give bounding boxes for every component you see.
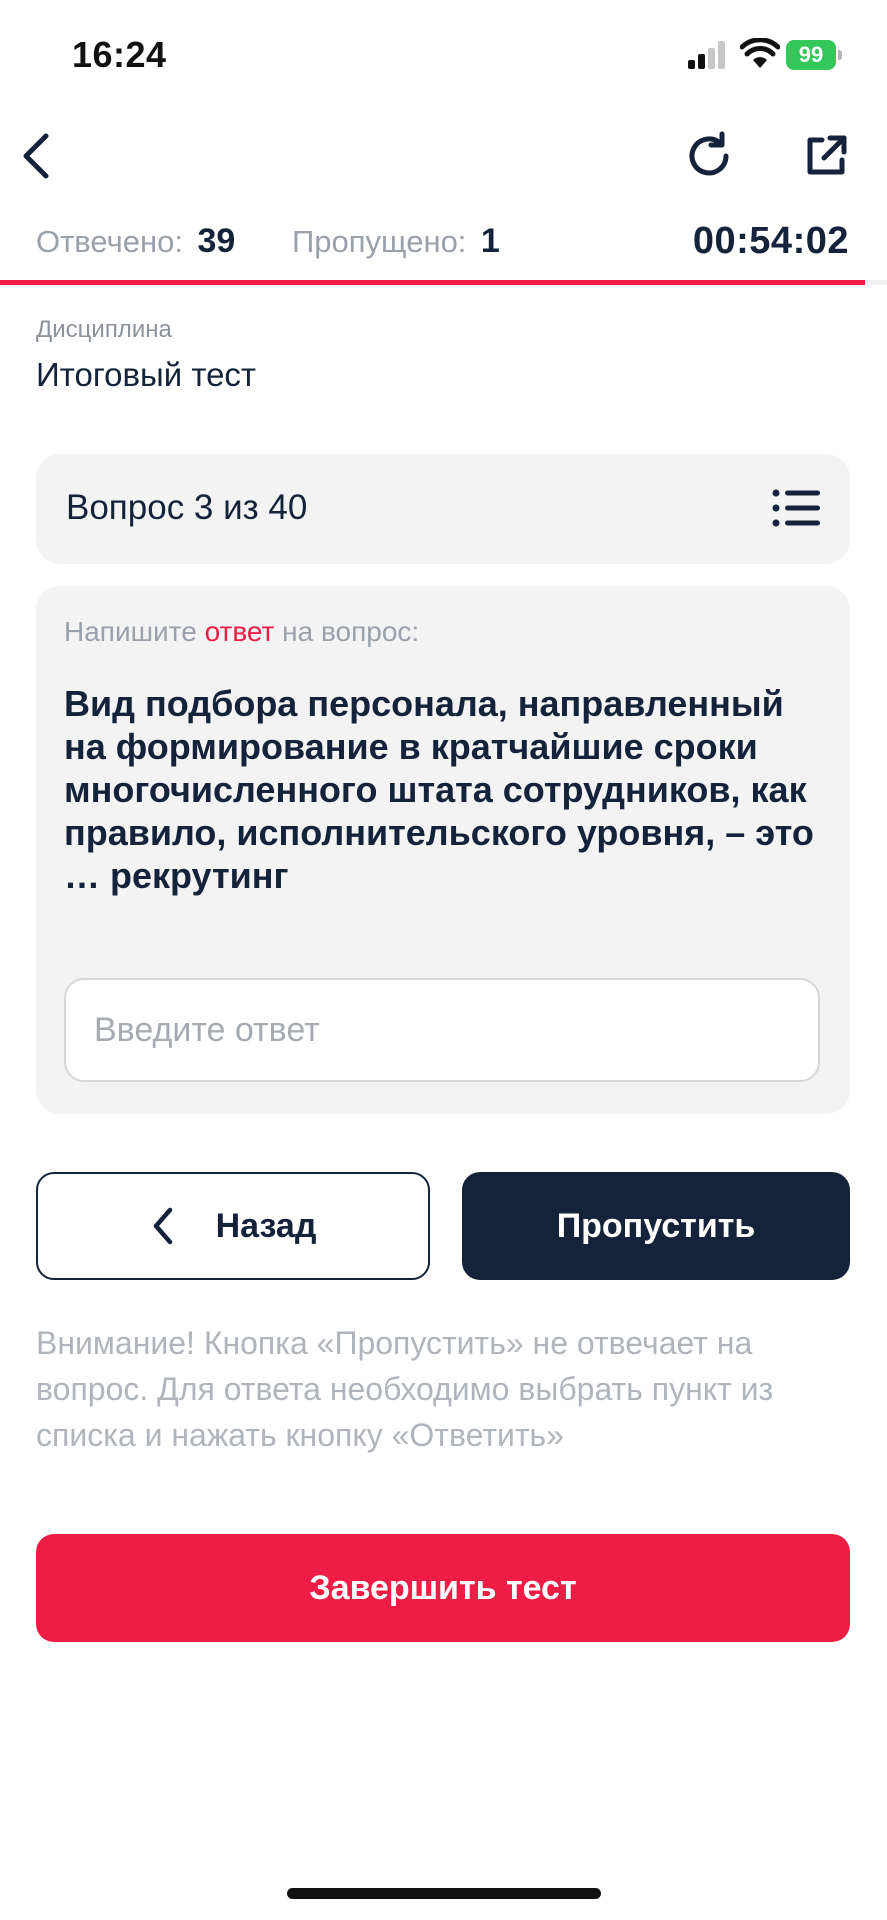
instruction-suffix: на вопрос: xyxy=(274,616,420,647)
question-navigator[interactable]: Вопрос 3 из 40 xyxy=(36,454,850,564)
question-card: Напишите ответ на вопрос: Вид подбора пе… xyxy=(36,586,850,1114)
question-list-icon[interactable] xyxy=(772,488,820,528)
question-instruction: Напишите ответ на вопрос: xyxy=(64,616,419,648)
discipline-label: Дисциплина xyxy=(36,316,172,343)
skipped-counter: Пропущено: 1 xyxy=(292,222,500,261)
status-time: 16:24 xyxy=(72,34,167,75)
instruction-prefix: Напишите xyxy=(64,616,205,647)
chevron-left-icon xyxy=(153,1207,172,1245)
question-counter: Вопрос 3 из 40 xyxy=(66,488,308,527)
answer-input[interactable] xyxy=(64,978,820,1082)
answered-counter: Отвечено: 39 xyxy=(36,222,235,261)
external-link-icon[interactable] xyxy=(802,132,850,180)
battery-icon: 99 xyxy=(786,40,842,70)
skipped-value: 1 xyxy=(480,222,500,260)
test-timer: 00:54:02 xyxy=(692,220,849,262)
battery-level: 99 xyxy=(786,40,836,70)
back-button[interactable]: Назад xyxy=(36,1172,430,1280)
instruction-accent: ответ xyxy=(204,616,275,647)
finish-test-label: Завершить тест xyxy=(309,1568,577,1607)
refresh-icon[interactable] xyxy=(684,130,736,182)
question-text: Вид подбора персонала, направленный на ф… xyxy=(64,683,814,896)
wifi-icon xyxy=(740,38,780,68)
finish-test-button[interactable]: Завершить тест xyxy=(36,1534,850,1642)
skip-button[interactable]: Пропустить xyxy=(462,1172,850,1280)
chevron-left-icon[interactable] xyxy=(14,128,58,184)
skip-notice: Внимание! Кнопка «Пропустить» не отвечае… xyxy=(36,1325,774,1453)
skip-button-label: Пропустить xyxy=(556,1206,756,1245)
progress-bar xyxy=(0,280,887,285)
back-button-label: Назад xyxy=(215,1206,317,1245)
progress-bar-fill xyxy=(0,280,865,285)
home-indicator[interactable] xyxy=(287,1888,601,1899)
cellular-signal-icon xyxy=(688,41,725,69)
skipped-label: Пропущено: xyxy=(292,224,467,259)
discipline-title: Итоговый тест xyxy=(36,356,257,393)
answered-label: Отвечено: xyxy=(36,224,184,259)
answered-value: 39 xyxy=(197,222,236,260)
